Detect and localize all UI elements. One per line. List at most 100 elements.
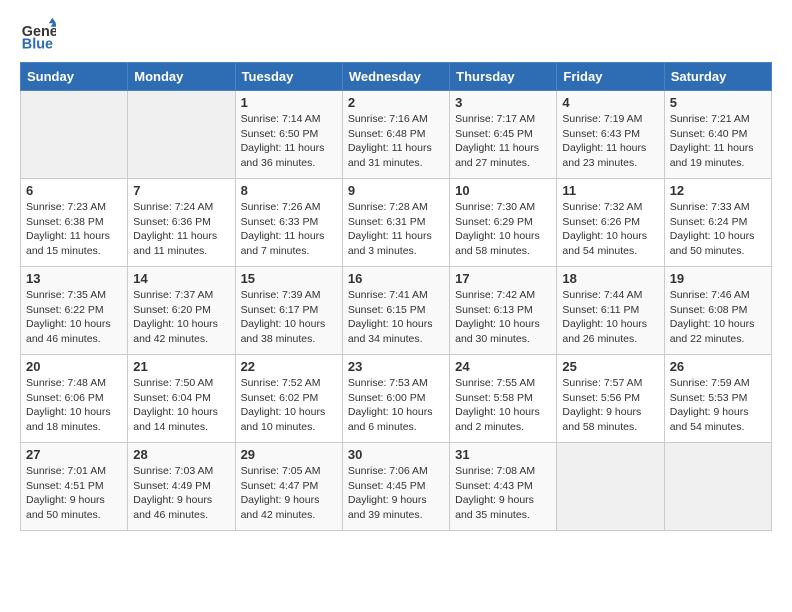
calendar-cell: 29 Sunrise: 7:05 AM Sunset: 4:47 PM Dayli…	[235, 443, 342, 531]
day-info: Sunrise: 7:17 AM Sunset: 6:45 PM Dayligh…	[455, 112, 551, 171]
calendar-cell: 18 Sunrise: 7:44 AM Sunset: 6:11 PM Dayli…	[557, 267, 664, 355]
calendar-cell: 12 Sunrise: 7:33 AM Sunset: 6:24 PM Dayli…	[664, 179, 771, 267]
calendar-cell	[664, 443, 771, 531]
day-info: Sunrise: 7:26 AM Sunset: 6:33 PM Dayligh…	[241, 200, 337, 259]
calendar-cell: 22 Sunrise: 7:52 AM Sunset: 6:02 PM Dayli…	[235, 355, 342, 443]
day-info: Sunrise: 7:42 AM Sunset: 6:13 PM Dayligh…	[455, 288, 551, 347]
calendar-cell: 17 Sunrise: 7:42 AM Sunset: 6:13 PM Dayli…	[450, 267, 557, 355]
day-info: Sunrise: 7:32 AM Sunset: 6:26 PM Dayligh…	[562, 200, 658, 259]
logo-icon: General Blue	[20, 16, 56, 52]
day-number: 14	[133, 271, 229, 286]
day-info: Sunrise: 7:05 AM Sunset: 4:47 PM Dayligh…	[241, 464, 337, 523]
header: General Blue	[20, 16, 772, 52]
day-info: Sunrise: 7:33 AM Sunset: 6:24 PM Dayligh…	[670, 200, 766, 259]
day-number: 3	[455, 95, 551, 110]
day-number: 15	[241, 271, 337, 286]
day-info: Sunrise: 7:52 AM Sunset: 6:02 PM Dayligh…	[241, 376, 337, 435]
day-info: Sunrise: 7:46 AM Sunset: 6:08 PM Dayligh…	[670, 288, 766, 347]
day-number: 29	[241, 447, 337, 462]
day-info: Sunrise: 7:35 AM Sunset: 6:22 PM Dayligh…	[26, 288, 122, 347]
calendar-cell: 20 Sunrise: 7:48 AM Sunset: 6:06 PM Dayli…	[21, 355, 128, 443]
calendar-cell: 13 Sunrise: 7:35 AM Sunset: 6:22 PM Dayli…	[21, 267, 128, 355]
day-number: 17	[455, 271, 551, 286]
day-number: 7	[133, 183, 229, 198]
weekday-header-monday: Monday	[128, 63, 235, 91]
calendar-cell: 9 Sunrise: 7:28 AM Sunset: 6:31 PM Daylig…	[342, 179, 449, 267]
calendar-cell: 23 Sunrise: 7:53 AM Sunset: 6:00 PM Dayli…	[342, 355, 449, 443]
day-info: Sunrise: 7:24 AM Sunset: 6:36 PM Dayligh…	[133, 200, 229, 259]
calendar-cell: 2 Sunrise: 7:16 AM Sunset: 6:48 PM Daylig…	[342, 91, 449, 179]
calendar-cell: 19 Sunrise: 7:46 AM Sunset: 6:08 PM Dayli…	[664, 267, 771, 355]
day-info: Sunrise: 7:08 AM Sunset: 4:43 PM Dayligh…	[455, 464, 551, 523]
calendar-cell: 4 Sunrise: 7:19 AM Sunset: 6:43 PM Daylig…	[557, 91, 664, 179]
day-info: Sunrise: 7:23 AM Sunset: 6:38 PM Dayligh…	[26, 200, 122, 259]
weekday-header-wednesday: Wednesday	[342, 63, 449, 91]
day-info: Sunrise: 7:16 AM Sunset: 6:48 PM Dayligh…	[348, 112, 444, 171]
day-number: 2	[348, 95, 444, 110]
day-info: Sunrise: 7:55 AM Sunset: 5:58 PM Dayligh…	[455, 376, 551, 435]
day-info: Sunrise: 7:19 AM Sunset: 6:43 PM Dayligh…	[562, 112, 658, 171]
calendar-cell: 28 Sunrise: 7:03 AM Sunset: 4:49 PM Dayli…	[128, 443, 235, 531]
day-number: 13	[26, 271, 122, 286]
day-number: 20	[26, 359, 122, 374]
calendar-cell: 16 Sunrise: 7:41 AM Sunset: 6:15 PM Dayli…	[342, 267, 449, 355]
day-number: 22	[241, 359, 337, 374]
day-info: Sunrise: 7:41 AM Sunset: 6:15 PM Dayligh…	[348, 288, 444, 347]
day-info: Sunrise: 7:57 AM Sunset: 5:56 PM Dayligh…	[562, 376, 658, 435]
day-info: Sunrise: 7:53 AM Sunset: 6:00 PM Dayligh…	[348, 376, 444, 435]
day-number: 6	[26, 183, 122, 198]
calendar-cell: 24 Sunrise: 7:55 AM Sunset: 5:58 PM Dayli…	[450, 355, 557, 443]
day-number: 5	[670, 95, 766, 110]
day-info: Sunrise: 7:44 AM Sunset: 6:11 PM Dayligh…	[562, 288, 658, 347]
day-info: Sunrise: 7:50 AM Sunset: 6:04 PM Dayligh…	[133, 376, 229, 435]
day-number: 11	[562, 183, 658, 198]
calendar-cell: 11 Sunrise: 7:32 AM Sunset: 6:26 PM Dayli…	[557, 179, 664, 267]
day-number: 24	[455, 359, 551, 374]
calendar-table: SundayMondayTuesdayWednesdayThursdayFrid…	[20, 62, 772, 531]
day-number: 10	[455, 183, 551, 198]
day-number: 28	[133, 447, 229, 462]
day-info: Sunrise: 7:37 AM Sunset: 6:20 PM Dayligh…	[133, 288, 229, 347]
day-info: Sunrise: 7:59 AM Sunset: 5:53 PM Dayligh…	[670, 376, 766, 435]
day-number: 31	[455, 447, 551, 462]
day-number: 4	[562, 95, 658, 110]
calendar-cell: 6 Sunrise: 7:23 AM Sunset: 6:38 PM Daylig…	[21, 179, 128, 267]
weekday-header-sunday: Sunday	[21, 63, 128, 91]
day-info: Sunrise: 7:03 AM Sunset: 4:49 PM Dayligh…	[133, 464, 229, 523]
day-info: Sunrise: 7:39 AM Sunset: 6:17 PM Dayligh…	[241, 288, 337, 347]
calendar-cell: 26Sunrise: 7:59 AM Sunset: 5:53 PM Dayli…	[664, 355, 771, 443]
calendar-cell: 5 Sunrise: 7:21 AM Sunset: 6:40 PM Daylig…	[664, 91, 771, 179]
day-info: Sunrise: 7:06 AM Sunset: 4:45 PM Dayligh…	[348, 464, 444, 523]
day-number: 9	[348, 183, 444, 198]
day-number: 8	[241, 183, 337, 198]
day-info: Sunrise: 7:14 AM Sunset: 6:50 PM Dayligh…	[241, 112, 337, 171]
day-info: Sunrise: 7:48 AM Sunset: 6:06 PM Dayligh…	[26, 376, 122, 435]
weekday-header-saturday: Saturday	[664, 63, 771, 91]
calendar-cell: 1 Sunrise: 7:14 AM Sunset: 6:50 PM Daylig…	[235, 91, 342, 179]
day-info: Sunrise: 7:01 AM Sunset: 4:51 PM Dayligh…	[26, 464, 122, 523]
day-number: 12	[670, 183, 766, 198]
logo: General Blue	[20, 16, 62, 52]
day-number: 30	[348, 447, 444, 462]
day-number: 1	[241, 95, 337, 110]
day-info: Sunrise: 7:21 AM Sunset: 6:40 PM Dayligh…	[670, 112, 766, 171]
calendar-cell: 10 Sunrise: 7:30 AM Sunset: 6:29 PM Dayli…	[450, 179, 557, 267]
day-number: 19	[670, 271, 766, 286]
day-number: 23	[348, 359, 444, 374]
calendar-cell: 27Sunrise: 7:01 AM Sunset: 4:51 PM Dayli…	[21, 443, 128, 531]
day-number: 18	[562, 271, 658, 286]
calendar-cell	[21, 91, 128, 179]
calendar-cell: 8 Sunrise: 7:26 AM Sunset: 6:33 PM Daylig…	[235, 179, 342, 267]
calendar-cell: 31 Sunrise: 7:08 AM Sunset: 4:43 PM Dayli…	[450, 443, 557, 531]
weekday-header-friday: Friday	[557, 63, 664, 91]
day-info: Sunrise: 7:30 AM Sunset: 6:29 PM Dayligh…	[455, 200, 551, 259]
calendar-cell: 15 Sunrise: 7:39 AM Sunset: 6:17 PM Dayli…	[235, 267, 342, 355]
day-number: 16	[348, 271, 444, 286]
weekday-header-thursday: Thursday	[450, 63, 557, 91]
weekday-header-tuesday: Tuesday	[235, 63, 342, 91]
calendar-cell	[557, 443, 664, 531]
calendar-cell: 21Sunrise: 7:50 AM Sunset: 6:04 PM Dayli…	[128, 355, 235, 443]
calendar-cell: 30 Sunrise: 7:06 AM Sunset: 4:45 PM Dayli…	[342, 443, 449, 531]
calendar-cell: 3 Sunrise: 7:17 AM Sunset: 6:45 PM Daylig…	[450, 91, 557, 179]
day-info: Sunrise: 7:28 AM Sunset: 6:31 PM Dayligh…	[348, 200, 444, 259]
